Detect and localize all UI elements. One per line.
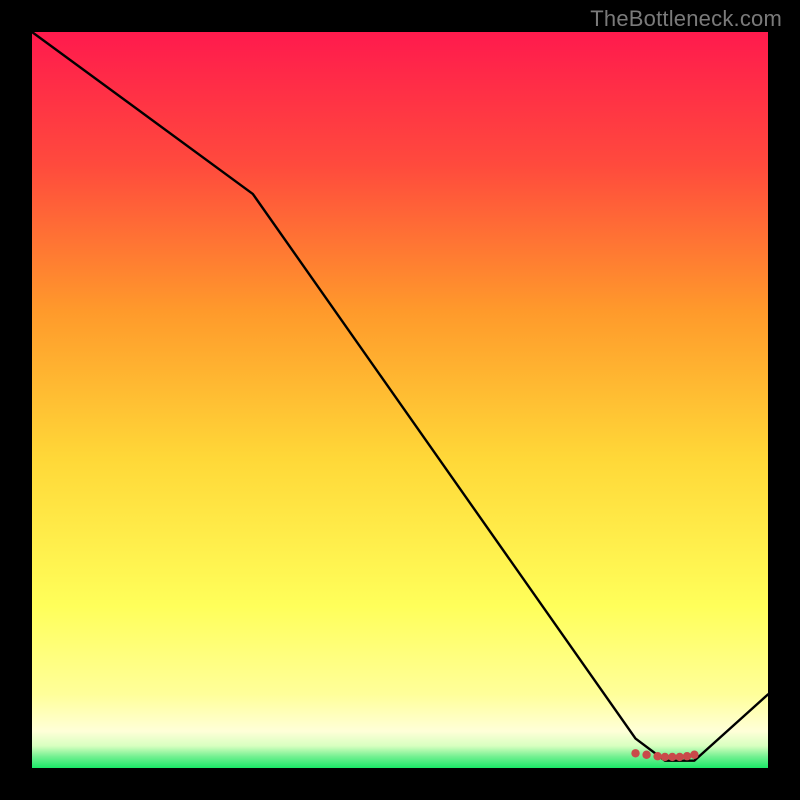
marker-dot: [661, 753, 669, 761]
marker-dot: [675, 753, 683, 761]
chart-background-gradient: [32, 32, 768, 768]
marker-dot: [653, 752, 661, 760]
chart-container: [32, 32, 768, 768]
chart-svg: [32, 32, 768, 768]
marker-dot: [642, 751, 650, 759]
marker-dot: [631, 749, 639, 757]
marker-dot: [690, 751, 698, 759]
marker-dot: [668, 753, 676, 761]
marker-dot: [683, 752, 691, 760]
watermark-text: TheBottleneck.com: [590, 6, 782, 32]
